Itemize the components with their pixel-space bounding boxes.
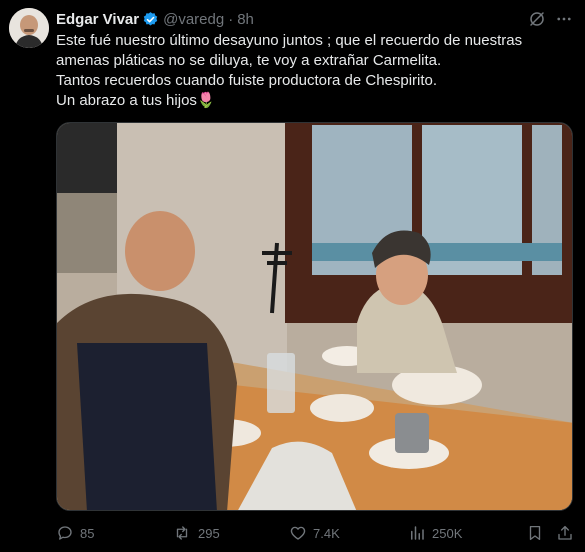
share-button[interactable] <box>556 522 580 544</box>
repost-button[interactable]: 295 <box>172 522 220 544</box>
tweet-text-line: Tantos recuerdos cuando fuiste productor… <box>56 72 438 89</box>
action-bar: 85 295 7.4K 250K <box>56 522 576 544</box>
author-name[interactable]: Edgar Vivar <box>56 11 139 28</box>
author-avatar[interactable] <box>9 8 49 48</box>
tweet-photo[interactable] <box>56 122 573 511</box>
views-button[interactable]: 250K <box>408 522 462 544</box>
views-icon <box>411 526 424 540</box>
repost-count: 295 <box>198 525 220 541</box>
views-count: 250K <box>432 525 463 541</box>
like-button[interactable]: 7.4K <box>289 522 340 544</box>
more-icon[interactable] <box>553 8 575 30</box>
author-handle[interactable]: @varedg <box>163 11 224 28</box>
like-icon <box>290 526 306 540</box>
tweet-text-line: amenas pláticas no se diluya, te voy a e… <box>56 52 442 69</box>
bookmark-button[interactable] <box>526 522 550 544</box>
separator-dot: · <box>228 10 234 28</box>
tweet-text-line: Este fué nuestro último desayuno juntos … <box>56 32 523 49</box>
reply-icon <box>58 526 72 540</box>
tweet-header: Edgar Vivar @varedg · 8h <box>56 9 254 29</box>
like-count: 7.4K <box>313 525 340 541</box>
share-icon <box>558 525 572 540</box>
photo-illustration <box>57 123 572 510</box>
reply-button[interactable]: 85 <box>56 522 94 544</box>
grok-icon[interactable] <box>526 8 548 30</box>
repost-icon <box>176 526 188 540</box>
reply-count: 85 <box>80 525 95 541</box>
verified-badge-icon <box>142 11 159 28</box>
tweet-text-line: Un abrazo a tus hijos🌷 <box>56 92 216 109</box>
tweet-text: Este fué nuestro último desayuno juntos … <box>56 31 571 111</box>
bookmark-icon <box>529 525 541 541</box>
tweet-time[interactable]: 8h <box>237 11 254 28</box>
